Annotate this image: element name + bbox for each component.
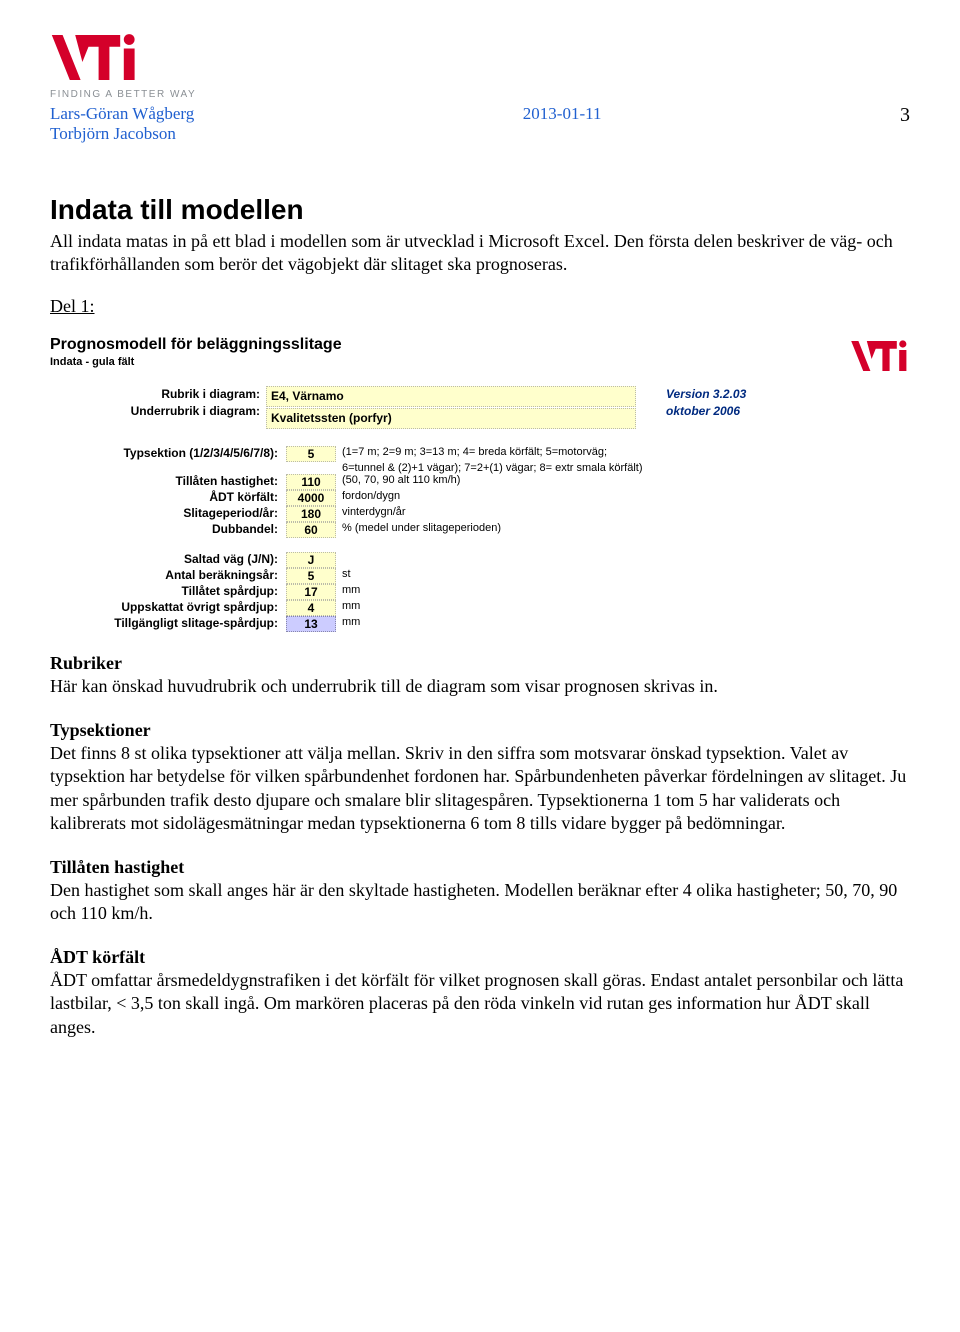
param-label: Typsektion (1/2/3/4/5/6/7/8): bbox=[50, 446, 280, 462]
param-value bbox=[286, 462, 336, 474]
author-2: Torbjörn Jacobson bbox=[50, 124, 194, 144]
model-subtitle: Indata - gula fält bbox=[50, 356, 746, 368]
underrubrik-value[interactable]: Kvalitetssten (porfyr) bbox=[266, 408, 636, 429]
param-label: ÅDT körfält: bbox=[50, 490, 280, 506]
rubrik-value[interactable]: E4, Värnamo bbox=[266, 386, 636, 407]
typsektioner-text: Det finns 8 st olika typsektioner att vä… bbox=[50, 742, 910, 836]
param-desc: 6=tunnel & (2)+1 vägar); 7=2+(1) vägar; … bbox=[342, 462, 910, 474]
version-text: Version 3.2.03 bbox=[666, 386, 746, 403]
typsektioner-heading: Typsektioner bbox=[50, 719, 910, 742]
param-value[interactable]: J bbox=[286, 552, 336, 568]
adt-heading: ÅDT körfält bbox=[50, 946, 910, 969]
param-label: Tillåten hastighet: bbox=[50, 474, 280, 490]
author-1: Lars-Göran Wågberg bbox=[50, 104, 194, 124]
intro-paragraph: All indata matas in på ett blad i modell… bbox=[50, 230, 910, 277]
model-title: Prognosmodell för beläggningsslitage bbox=[50, 336, 746, 354]
doc-date: 2013-01-11 bbox=[523, 104, 602, 124]
version-date: oktober 2006 bbox=[666, 403, 746, 420]
page-number: 3 bbox=[900, 104, 910, 127]
param-desc: (50, 70, 90 alt 110 km/h) bbox=[342, 474, 910, 490]
vti-logo bbox=[50, 30, 140, 85]
rubriker-text: Här kan önskad huvudrubrik och underrubr… bbox=[50, 675, 910, 698]
page-title: Indata till modellen bbox=[50, 194, 910, 226]
underrubrik-label: Underrubrik i diagram: bbox=[50, 403, 260, 420]
param-value[interactable]: 180 bbox=[286, 506, 336, 522]
param-desc: (1=7 m; 2=9 m; 3=13 m; 4= breda körfält;… bbox=[342, 446, 910, 462]
param-desc: st bbox=[342, 568, 910, 584]
param-desc: % (medel under slitageperioden) bbox=[342, 522, 910, 538]
param-label: Antal beräkningsår: bbox=[50, 568, 280, 584]
param-desc: mm bbox=[342, 600, 910, 616]
rubrik-label: Rubrik i diagram: bbox=[50, 386, 260, 403]
param-desc bbox=[342, 552, 910, 568]
param-grid-1: Typsektion (1/2/3/4/5/6/7/8): 5 (1=7 m; 2=… bbox=[50, 446, 910, 538]
param-label: Dubbandel: bbox=[50, 522, 280, 538]
param-label: Tillåtet spårdjup: bbox=[50, 584, 280, 600]
tagline: FINDING A BETTER WAY bbox=[50, 89, 196, 100]
hastighet-heading: Tillåten hastighet bbox=[50, 856, 910, 879]
param-value[interactable]: 110 bbox=[286, 474, 336, 490]
vti-logo-small bbox=[850, 336, 910, 376]
param-value[interactable]: 60 bbox=[286, 522, 336, 538]
param-value[interactable]: 4000 bbox=[286, 490, 336, 506]
param-label: Tillgängligt slitage-spårdjup: bbox=[50, 616, 280, 632]
param-value[interactable]: 17 bbox=[286, 584, 336, 600]
param-label bbox=[50, 462, 280, 474]
param-label: Slitageperiod/år: bbox=[50, 506, 280, 522]
param-desc: fordon/dygn bbox=[342, 490, 910, 506]
param-value[interactable]: 5 bbox=[286, 568, 336, 584]
section-del1: Del 1: bbox=[50, 296, 95, 316]
param-grid-2: Saltad väg (J/N): J Antal beräkningsår: 5 st… bbox=[50, 552, 910, 632]
rubriker-heading: Rubriker bbox=[50, 652, 910, 675]
param-desc: mm bbox=[342, 616, 910, 632]
hastighet-text: Den hastighet som skall anges här är den… bbox=[50, 879, 910, 926]
param-desc: vinterdygn/år bbox=[342, 506, 910, 522]
param-desc: mm bbox=[342, 584, 910, 600]
param-value[interactable]: 4 bbox=[286, 600, 336, 616]
param-value[interactable]: 5 bbox=[286, 446, 336, 462]
param-value: 13 bbox=[286, 616, 336, 632]
param-label: Saltad väg (J/N): bbox=[50, 552, 280, 568]
logo-block: FINDING A BETTER WAY bbox=[50, 30, 910, 100]
param-label: Uppskattat övrigt spårdjup: bbox=[50, 600, 280, 616]
adt-text: ÅDT omfattar årsmedeldygnstrafiken i det… bbox=[50, 969, 910, 1039]
